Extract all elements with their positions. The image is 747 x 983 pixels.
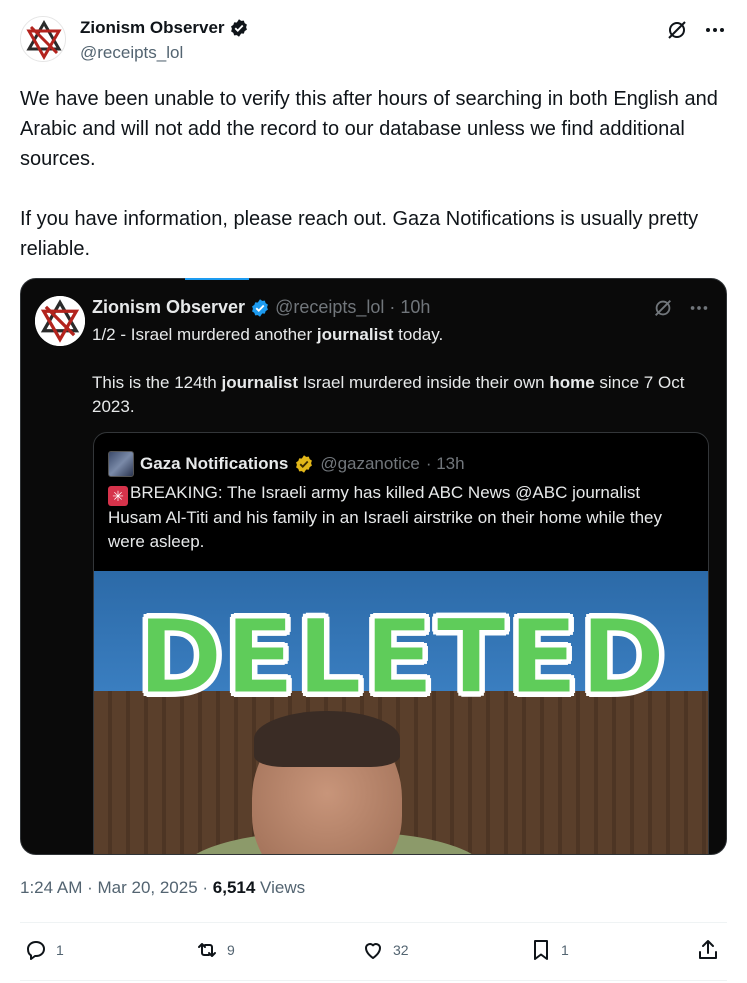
repost-icon [198, 943, 216, 957]
grok-icon[interactable] [652, 297, 674, 319]
author-avatar[interactable] [20, 16, 66, 62]
more-options-icon[interactable] [703, 18, 727, 42]
like-button[interactable]: 32 [361, 938, 409, 962]
bookmark-icon [534, 940, 548, 960]
nested-tweet-text: ✳ BREAKING: The Israeli army has killed A… [108, 483, 662, 551]
quoted-author-name[interactable]: Zionism Observer [92, 297, 245, 318]
star-of-david-logo-icon [35, 296, 85, 346]
quoted-tweet-text: 1/2 - Israel murdered another journalist… [92, 325, 685, 416]
share-button[interactable] [696, 938, 720, 962]
tweet-paragraph: We have been unable to verify this after… [20, 88, 718, 170]
reply-button[interactable]: 1 [24, 938, 64, 962]
quoted-timestamp: · 10h [389, 297, 431, 317]
verified-badge-icon [252, 298, 268, 317]
tweet-actions: 1 9 32 1 [20, 938, 727, 972]
bookmark-count: 1 [561, 942, 569, 958]
verified-gold-badge-icon [296, 455, 313, 473]
tweet-metadata: 1:24 AM · Mar 20, 2025 · 6,514 Views [20, 878, 306, 897]
nested-quoted-tweet[interactable]: Gaza Notifications @gazanotice · 13h ✳ BR… [93, 432, 709, 854]
reply-count: 1 [56, 942, 64, 958]
quoted-author-handle[interactable]: @receipts_lol [275, 297, 384, 318]
tweet-body: We have been unable to verify this after… [20, 84, 727, 264]
tweet-header: Zionism Observer @receipts_lol [20, 14, 727, 64]
divider [20, 922, 727, 923]
gaza-notifications-avatar[interactable] [108, 451, 134, 477]
nested-author-handle[interactable]: @gazanotice [320, 454, 420, 474]
nested-author-name[interactable]: Gaza Notifications [140, 454, 288, 474]
author-display-name[interactable]: Zionism Observer [80, 18, 225, 38]
star-of-david-logo-icon [21, 17, 65, 61]
tweet-time[interactable]: 1:24 AM [20, 878, 82, 897]
repost-count: 9 [227, 942, 235, 958]
views-count: 6,514 [212, 878, 256, 897]
like-count: 32 [393, 942, 409, 958]
more-options-icon[interactable] [688, 297, 710, 319]
card-accent [185, 278, 249, 280]
bookmark-button[interactable]: 1 [529, 938, 569, 962]
rotating-light-icon: ✳ [108, 486, 128, 506]
quoted-tweet-card[interactable]: Zionism Observer @receipts_lol · 10h 1/2… [20, 278, 727, 855]
tweet-date[interactable]: Mar 20, 2025 [97, 878, 197, 897]
share-icon [699, 940, 717, 959]
tweet-paragraph: If you have information, please reach ou… [20, 208, 699, 260]
reply-icon [27, 941, 45, 960]
repost-button[interactable]: 9 [195, 938, 235, 962]
quoted-author-avatar[interactable] [35, 296, 85, 346]
heart-icon [365, 943, 381, 959]
author-handle[interactable]: @receipts_lol [80, 43, 183, 63]
verified-badge-icon [230, 19, 247, 37]
grok-icon[interactable] [665, 18, 689, 42]
views-label: Views [255, 878, 306, 897]
nested-timestamp: · 13h [425, 454, 465, 473]
deleted-overlay-text: DELETED [136, 595, 668, 720]
divider [20, 980, 727, 981]
tweet-photo[interactable]: DELETED [94, 571, 708, 854]
